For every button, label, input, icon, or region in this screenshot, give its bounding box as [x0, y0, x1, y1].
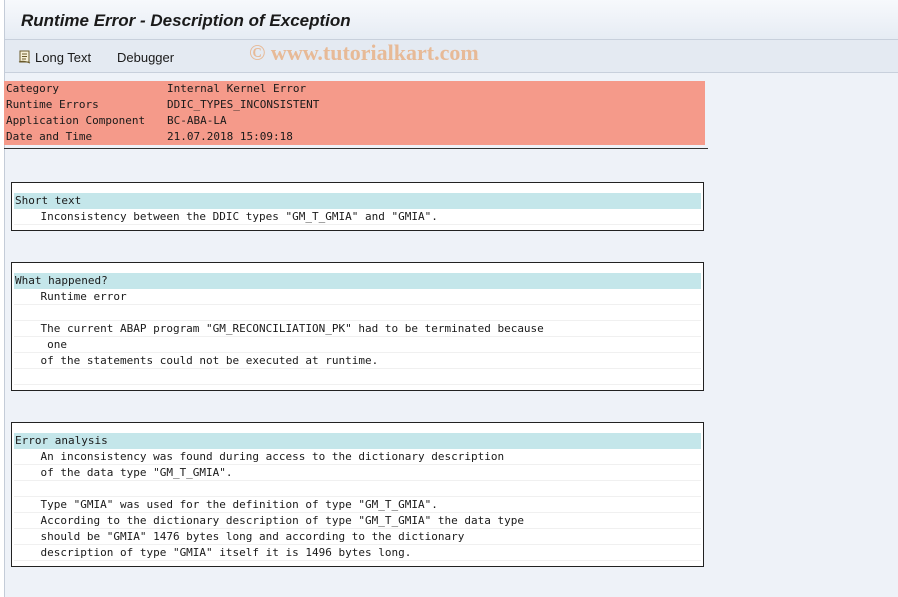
document-icon	[18, 50, 31, 64]
long-text-button[interactable]: Long Text	[18, 47, 91, 67]
text-line: of the statements could not be executed …	[14, 353, 701, 369]
window-title: Runtime Error - Description of Exception	[21, 11, 351, 30]
header-label: Application Component	[6, 114, 146, 127]
text-line: Type "GMIA" was used for the definition …	[14, 497, 701, 513]
text-line	[14, 481, 701, 497]
header-value: DDIC_TYPES_INCONSISTENT	[167, 98, 320, 111]
text-line: description of type "GMIA" itself it is …	[14, 545, 701, 561]
short-text-section: Short text Inconsistency between the DDI…	[11, 182, 704, 231]
text-line: Runtime error	[14, 289, 701, 305]
long-text-label: Long Text	[35, 49, 92, 65]
text-line: The current ABAP program "GM_RECONCILIAT…	[14, 321, 701, 337]
header-label: Runtime Errors	[6, 98, 99, 111]
application-toolbar: Long Text Debugger	[5, 40, 898, 73]
section-heading: Error analysis	[14, 433, 701, 449]
header-row-runtime-errors: Runtime Errors DDIC_TYPES_INCONSISTENT	[4, 97, 705, 113]
header-value: 21.07.2018 15:09:18	[167, 130, 293, 143]
what-happened-section: What happened? Runtime error The current…	[11, 262, 704, 391]
header-label: Category	[6, 82, 59, 95]
text-line: According to the dictionary description …	[14, 513, 701, 529]
section-heading: Short text	[14, 193, 701, 209]
header-row-category: Category Internal Kernel Error	[4, 81, 705, 97]
text-line	[14, 369, 701, 385]
header-divider	[4, 148, 708, 149]
header-row-date-time: Date and Time 21.07.2018 15:09:18	[4, 129, 705, 145]
debugger-label: Debugger	[117, 49, 175, 65]
title-bar: Runtime Error - Description of Exception	[5, 0, 898, 40]
header-row-application-component: Application Component BC-ABA-LA	[4, 113, 705, 129]
text-line	[14, 305, 701, 321]
text-line: should be "GMIA" 1476 bytes long and acc…	[14, 529, 701, 545]
text-line: An inconsistency was found during access…	[14, 449, 701, 465]
header-label: Date and Time	[6, 130, 93, 143]
error-header-table: Category Internal Kernel Error Runtime E…	[4, 81, 705, 145]
header-value: Internal Kernel Error	[167, 82, 307, 95]
section-heading: What happened?	[14, 273, 701, 289]
header-value: BC-ABA-LA	[167, 114, 227, 127]
debugger-button[interactable]: Debugger	[117, 47, 174, 67]
text-line: one	[14, 337, 701, 353]
text-line: Inconsistency between the DDIC types "GM…	[14, 209, 701, 225]
text-line: of the data type "GM_T_GMIA".	[14, 465, 701, 481]
error-analysis-section: Error analysis An inconsistency was foun…	[11, 422, 704, 567]
